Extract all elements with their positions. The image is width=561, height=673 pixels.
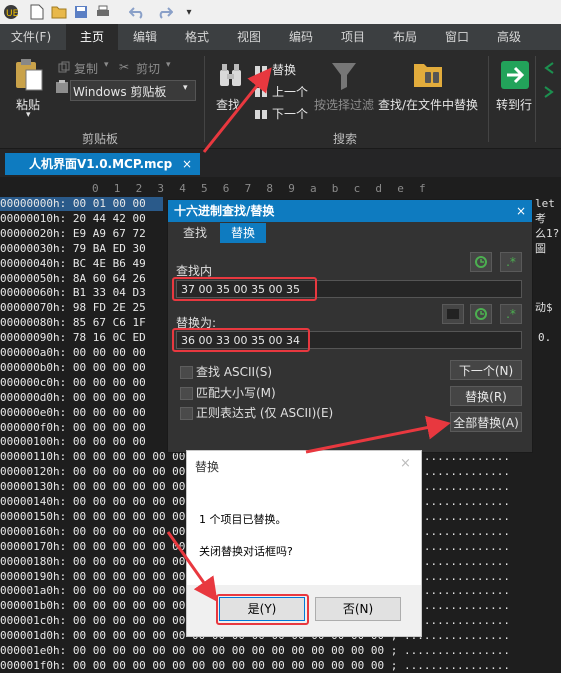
- arrow-to-yes: [166, 531, 218, 602]
- arrow-to-replace: [202, 67, 272, 153]
- annotation-arrows: [166, 67, 451, 602]
- arrow-to-replace-all: [305, 415, 451, 454]
